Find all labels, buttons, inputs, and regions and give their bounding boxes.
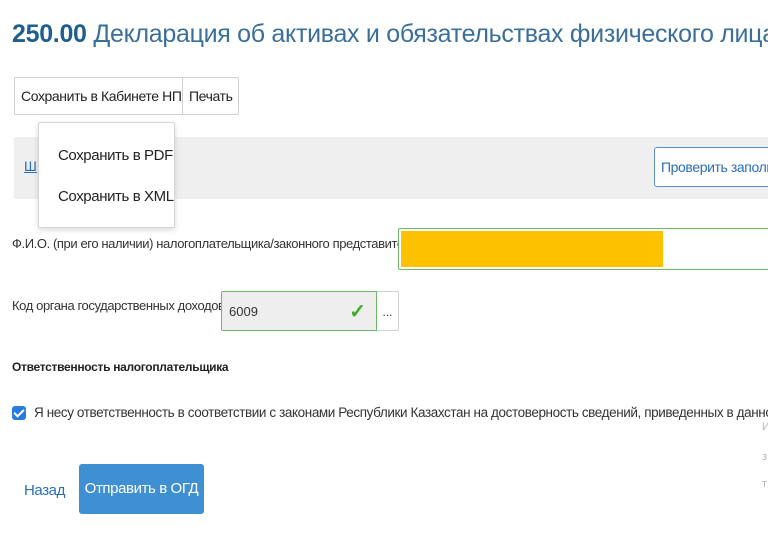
menu-item-save-xml[interactable]: Сохранить в XML — [58, 188, 174, 205]
fio-input[interactable] — [398, 228, 768, 270]
form-code: 250.00 — [12, 20, 87, 48]
redacted-value — [401, 231, 663, 267]
kod-value: 6009 — [229, 304, 258, 319]
checkbox-checked-icon[interactable] — [12, 406, 26, 420]
form-title: Декларация об активах и обязательствах ф… — [93, 20, 768, 48]
save-dropdown-menu: Сохранить в PDF Сохранить в XML — [38, 122, 175, 228]
kod-input[interactable]: 6009 ✓ — [221, 291, 377, 331]
kod-label: Код органа государственных доходов — [12, 298, 225, 313]
responsibility-heading: Ответственность налогоплательщика — [12, 360, 229, 374]
declaration-page: 250.00 Декларация об активах и обязатель… — [0, 0, 768, 543]
side-fragment: И — [762, 421, 768, 433]
save-split-button: Сохранить в Кабинете НП — [14, 77, 210, 115]
check-filling-button[interactable]: Проверить заполнение — [654, 147, 768, 187]
page-title: 250.00 Декларация об активах и обязатель… — [12, 18, 768, 50]
kod-lookup-button[interactable]: ... — [377, 291, 399, 331]
side-fragment: т — [762, 478, 768, 490]
save-button[interactable]: Сохранить в Кабинете НП — [15, 78, 188, 114]
template-link[interactable]: Ш — [24, 158, 37, 174]
print-button[interactable]: Печать — [182, 77, 240, 115]
consent-text: Я несу ответственность в соответствии с … — [34, 405, 768, 420]
back-link[interactable]: Назад — [24, 482, 65, 499]
fio-label: Ф.И.О. (при его наличии) налогоплательщи… — [12, 236, 418, 251]
side-fragment: з — [762, 451, 768, 463]
submit-button[interactable]: Отправить в ОГД — [79, 464, 204, 514]
menu-item-save-pdf[interactable]: Сохранить в PDF — [58, 147, 173, 164]
checkmark-icon: ✓ — [349, 301, 366, 323]
